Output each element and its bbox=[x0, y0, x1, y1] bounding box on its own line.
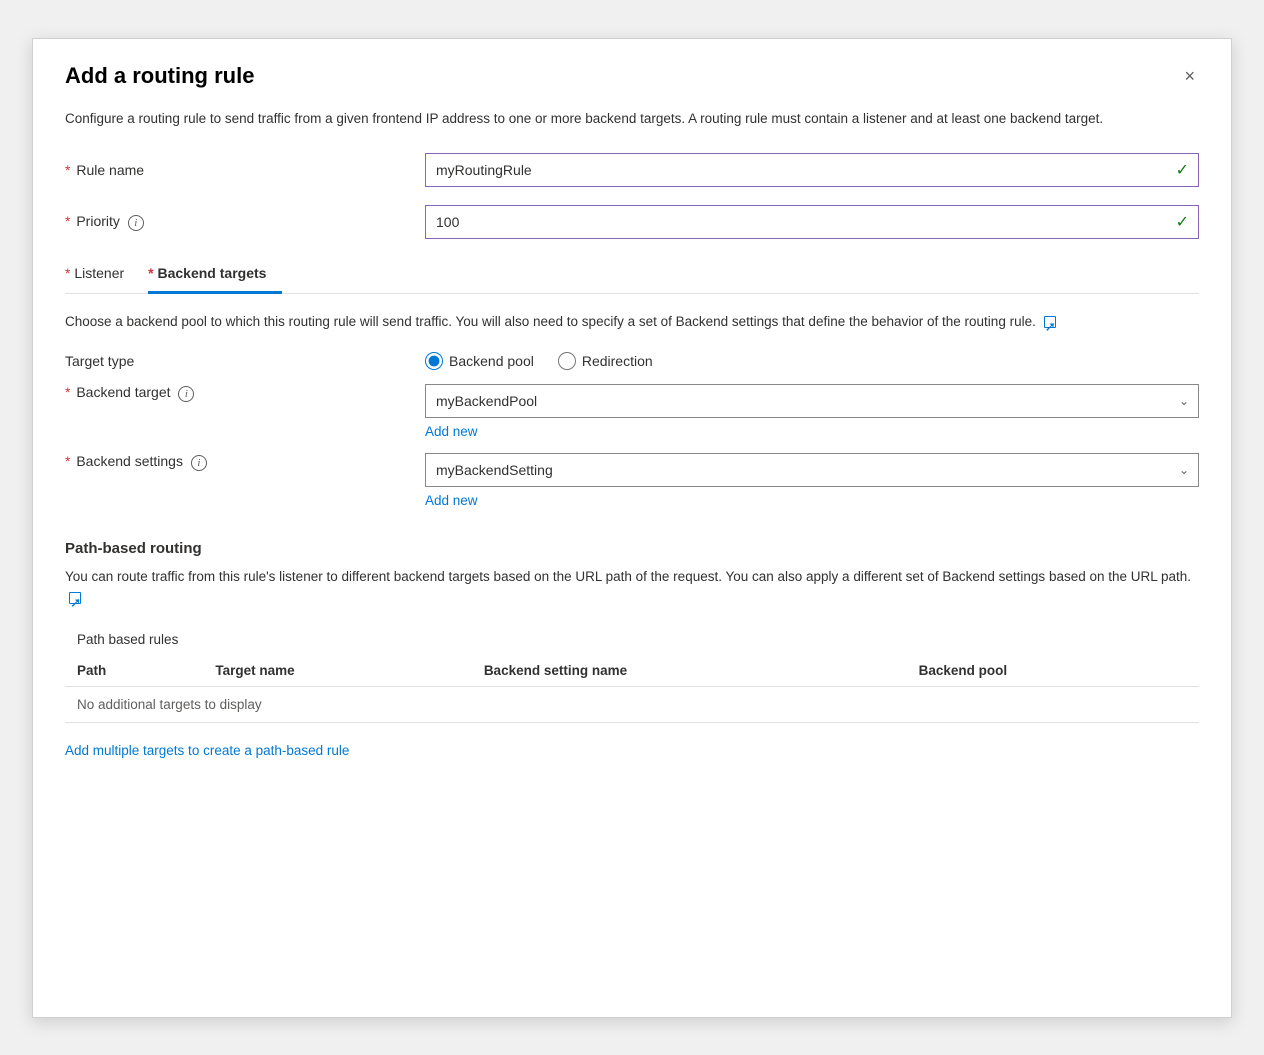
table-empty-message: No additional targets to display bbox=[65, 686, 1199, 722]
backend-settings-control: myBackendSetting ⌄ Add new bbox=[425, 453, 1199, 516]
rule-name-input[interactable] bbox=[425, 153, 1199, 187]
backend-target-required-star: * bbox=[65, 384, 74, 400]
path-rules-label: Path based rules bbox=[65, 632, 1199, 647]
target-type-row: Target type Backend pool Redirection bbox=[65, 352, 1199, 370]
backend-target-dropdown-wrap: myBackendPool ⌄ bbox=[425, 384, 1199, 418]
dialog-header: Add a routing rule × bbox=[65, 63, 1199, 89]
close-button[interactable]: × bbox=[1180, 63, 1199, 89]
priority-input[interactable] bbox=[425, 205, 1199, 239]
priority-input-wrap: ✓ bbox=[425, 205, 1199, 239]
backend-target-info-icon[interactable]: i bbox=[178, 386, 194, 402]
path-based-section: Path-based routing You can route traffic… bbox=[65, 540, 1199, 758]
backend-settings-label: * Backend settings i bbox=[65, 453, 425, 471]
external-link-icon[interactable]: ➚ bbox=[1044, 316, 1056, 328]
path-based-description: You can route traffic from this rule's l… bbox=[65, 567, 1199, 608]
tab-backend-targets[interactable]: * Backend targets bbox=[148, 257, 282, 294]
target-type-radio-group: Backend pool Redirection bbox=[425, 352, 653, 370]
col-backend-setting-name: Backend setting name bbox=[472, 655, 907, 687]
path-table-header-row: Path Target name Backend setting name Ba… bbox=[65, 655, 1199, 687]
add-multiple-link[interactable]: Add multiple targets to create a path-ba… bbox=[65, 743, 349, 758]
path-table-body: No additional targets to display bbox=[65, 686, 1199, 722]
radio-backend-pool[interactable]: Backend pool bbox=[425, 352, 534, 370]
col-target-name: Target name bbox=[203, 655, 471, 687]
path-based-table: Path Target name Backend setting name Ba… bbox=[65, 655, 1199, 723]
rule-name-input-wrap: ✓ bbox=[425, 153, 1199, 187]
radio-redirection[interactable]: Redirection bbox=[558, 352, 653, 370]
backend-target-select[interactable]: myBackendPool bbox=[425, 384, 1199, 418]
col-backend-pool: Backend pool bbox=[907, 655, 1199, 687]
backend-settings-dropdown-wrap: myBackendSetting ⌄ bbox=[425, 453, 1199, 487]
backend-settings-info-icon[interactable]: i bbox=[191, 455, 207, 471]
tab-listener[interactable]: * Listener bbox=[65, 257, 140, 294]
tabs-row: * Listener * Backend targets bbox=[65, 257, 1199, 294]
path-based-external-link-icon[interactable]: ➚ bbox=[69, 592, 81, 604]
radio-redirection-input[interactable] bbox=[558, 352, 576, 370]
backend-target-label: * Backend target i bbox=[65, 384, 425, 402]
add-new-backend-link[interactable]: Add new bbox=[425, 424, 478, 439]
path-table-header: Path Target name Backend setting name Ba… bbox=[65, 655, 1199, 687]
backend-settings-required-star: * bbox=[65, 453, 74, 469]
priority-check-icon: ✓ bbox=[1176, 212, 1189, 232]
dialog-description: Configure a routing rule to send traffic… bbox=[65, 109, 1199, 129]
priority-label: * Priority i bbox=[65, 213, 425, 231]
backend-target-row: * Backend target i myBackendPool ⌄ Add n… bbox=[65, 384, 1199, 447]
add-new-settings-link[interactable]: Add new bbox=[425, 493, 478, 508]
rule-name-required-star: * bbox=[65, 162, 70, 178]
backend-settings-row: * Backend settings i myBackendSetting ⌄ … bbox=[65, 453, 1199, 516]
priority-required-star: * bbox=[65, 213, 70, 229]
rule-name-label: * Rule name bbox=[65, 162, 425, 178]
path-based-title: Path-based routing bbox=[65, 540, 1199, 557]
backend-target-control: myBackendPool ⌄ Add new bbox=[425, 384, 1199, 447]
radio-backend-pool-input[interactable] bbox=[425, 352, 443, 370]
rule-name-row: * Rule name ✓ bbox=[65, 153, 1199, 187]
rule-name-check-icon: ✓ bbox=[1176, 160, 1189, 180]
backend-settings-select[interactable]: myBackendSetting bbox=[425, 453, 1199, 487]
dialog-title: Add a routing rule bbox=[65, 63, 254, 89]
col-path: Path bbox=[65, 655, 203, 687]
table-empty-row: No additional targets to display bbox=[65, 686, 1199, 722]
priority-info-icon[interactable]: i bbox=[128, 215, 144, 231]
backend-targets-description: Choose a backend pool to which this rout… bbox=[65, 312, 1199, 332]
priority-row: * Priority i ✓ bbox=[65, 205, 1199, 239]
backend-targets-content: Choose a backend pool to which this rout… bbox=[65, 312, 1199, 758]
add-routing-rule-dialog: Add a routing rule × Configure a routing… bbox=[32, 38, 1232, 1018]
target-type-label: Target type bbox=[65, 353, 425, 369]
